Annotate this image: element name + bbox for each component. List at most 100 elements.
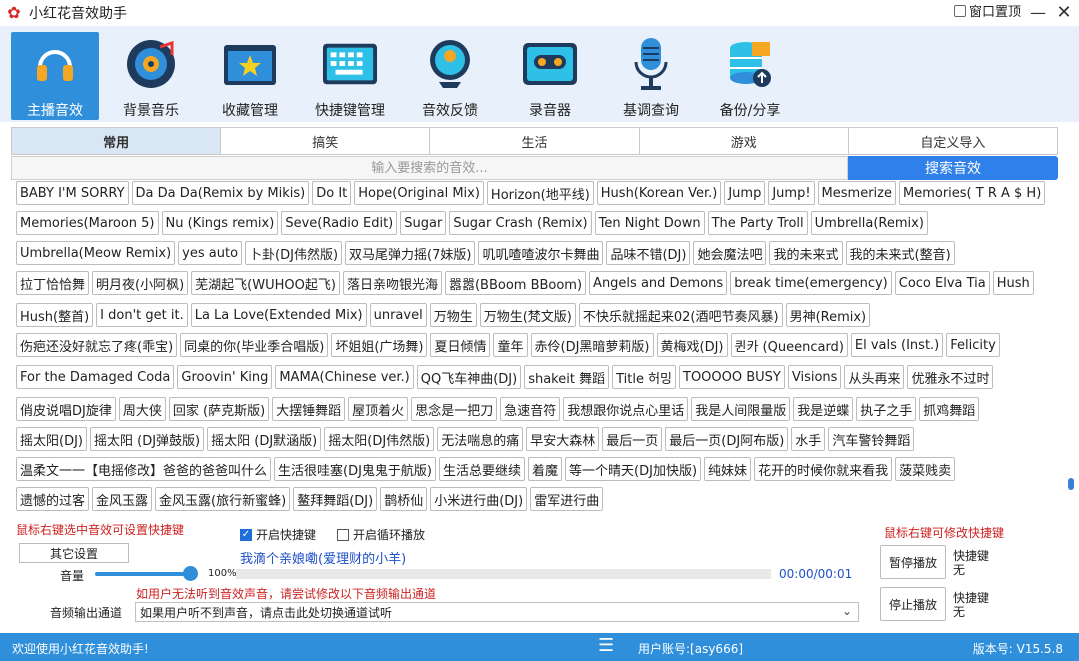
pin-checkbox-box[interactable] xyxy=(953,4,966,17)
sound-button[interactable]: Felicity xyxy=(946,333,1000,357)
sound-button[interactable]: 我的未来式(整音) xyxy=(845,241,955,265)
checkbox-unchecked-icon[interactable] xyxy=(337,528,349,541)
sound-button[interactable]: 回家 (萨克斯版) xyxy=(168,397,270,421)
sound-button[interactable]: yes auto xyxy=(178,241,243,265)
sound-button[interactable]: TOOOOO BUSY xyxy=(679,365,785,389)
sound-button[interactable]: 遗憾的过客 xyxy=(16,487,90,511)
sound-button[interactable]: Ten Night Down xyxy=(594,211,705,235)
scrollbar-thumb[interactable] xyxy=(1068,478,1074,490)
sound-button[interactable]: Jump xyxy=(724,181,766,205)
other-settings-button[interactable]: 其它设置 xyxy=(19,543,129,563)
tool-sound-feedback[interactable]: 音效反馈 xyxy=(406,32,494,120)
sound-button[interactable]: 大摆锤舞蹈 xyxy=(272,397,346,421)
sound-button[interactable]: 我是人间限量版 xyxy=(691,397,791,421)
pause-button[interactable]: 暂停播放 xyxy=(880,545,946,579)
sound-button[interactable]: 万物生(梵文版) xyxy=(479,303,576,327)
sound-button[interactable]: 温柔文一一【电摇修改】爸爸的爸爸叫什么 xyxy=(16,457,272,481)
sound-button[interactable]: El vals (Inst.) xyxy=(850,333,944,357)
sound-button[interactable]: 卜卦(DJ伟然版) xyxy=(245,241,343,265)
sound-button[interactable]: Sugar Crash (Remix) xyxy=(449,211,592,235)
sound-button[interactable]: 黄梅戏(DJ) xyxy=(656,333,728,357)
sound-button[interactable]: 摇太阳(DJ伟然版) xyxy=(324,427,435,451)
tab-funny[interactable]: 搞笑 xyxy=(221,128,431,154)
sound-button[interactable]: 屋顶着火 xyxy=(348,397,409,421)
sound-button[interactable]: La La Love(Extended Mix) xyxy=(190,303,367,327)
sound-button[interactable]: 不快乐就摇起来02(酒吧节奏风暴) xyxy=(578,303,783,327)
sound-button[interactable]: Angels and Demons xyxy=(589,271,728,295)
sound-button[interactable]: I don't get it. xyxy=(96,303,188,327)
sound-button[interactable]: Title 허밍 xyxy=(612,365,676,389)
sound-button[interactable]: 小米进行曲(DJ) xyxy=(430,487,528,511)
sound-button[interactable]: Memories( T R A $ H) xyxy=(898,181,1046,205)
sound-button[interactable]: Mesmerize xyxy=(817,181,896,205)
sound-button[interactable]: 퀸카 (Queencard) xyxy=(730,333,848,357)
volume-slider-thumb[interactable] xyxy=(183,566,198,581)
sound-button[interactable]: Hope(Original Mix) xyxy=(354,181,484,205)
sound-button[interactable]: Groovin' King xyxy=(177,365,273,389)
enable-hotkey-checkbox[interactable]: ✓ 开启快捷键 xyxy=(240,526,316,543)
checkbox-checked-icon[interactable]: ✓ xyxy=(240,528,252,541)
sound-button[interactable]: 菠菜贱卖 xyxy=(895,457,956,481)
sound-button[interactable]: 纯妹妹 xyxy=(704,457,752,481)
audio-channel-select[interactable]: 如果用户听不到声音，请点击此处切换通道试听 ⌄ xyxy=(135,602,859,622)
tool-backup-share[interactable]: 备份/分享 xyxy=(706,32,794,120)
tab-life[interactable]: 生活 xyxy=(430,128,640,154)
sound-button[interactable]: Do It xyxy=(312,181,352,205)
sound-button[interactable]: Hush(整首) xyxy=(16,303,94,327)
sound-button[interactable]: 品味不错(DJ) xyxy=(606,241,691,265)
sound-button[interactable]: 周大侠 xyxy=(118,397,166,421)
sound-button[interactable]: 优雅永不过时 xyxy=(907,365,994,389)
loop-play-checkbox[interactable]: 开启循环播放 xyxy=(337,526,425,543)
sound-button[interactable]: 水手 xyxy=(791,427,826,451)
sound-button[interactable]: 芜湖起飞(WUHOO起飞) xyxy=(191,271,340,295)
sound-button[interactable]: 花开的时候你就来看我 xyxy=(754,457,893,481)
sound-button[interactable]: 早安大森林 xyxy=(526,427,600,451)
sound-button[interactable]: 鳌拜舞蹈(DJ) xyxy=(293,487,378,511)
sound-button[interactable]: Da Da Da(Remix by Mikis) xyxy=(131,181,310,205)
tab-game[interactable]: 游戏 xyxy=(639,128,849,154)
sound-button[interactable]: 摇太阳 (DJ弹鼓版) xyxy=(90,427,205,451)
sound-button[interactable]: 最后一页 xyxy=(602,427,663,451)
playback-progress-bar[interactable] xyxy=(236,569,771,579)
sound-button[interactable]: 嚣嚣(BBoom BBoom) xyxy=(444,271,587,295)
sound-button[interactable]: 金风玉露 xyxy=(92,487,153,511)
sound-button[interactable]: 我想跟你说点心里话 xyxy=(563,397,689,421)
sound-button[interactable]: The Party Troll xyxy=(707,211,808,235)
sound-button[interactable]: Visions xyxy=(787,365,842,389)
sound-button[interactable]: 坏姐姐(广场舞) xyxy=(331,333,428,357)
sound-button[interactable]: 同桌的你(毕业季合唱版) xyxy=(180,333,329,357)
tool-recorder[interactable]: 录音器 xyxy=(506,32,594,120)
sound-button[interactable]: For the Damaged Coda xyxy=(16,365,175,389)
sound-button[interactable]: QQ飞车神曲(DJ) xyxy=(416,365,522,389)
volume-slider-track[interactable] xyxy=(95,572,191,576)
sound-button[interactable]: 从头再来 xyxy=(844,365,905,389)
sound-button[interactable]: 摇太阳 (DJ默涵版) xyxy=(207,427,322,451)
sound-button[interactable]: 金风玉露(旅行新蜜蜂) xyxy=(155,487,291,511)
sound-button[interactable]: 汽车警铃舞蹈 xyxy=(828,427,915,451)
sound-button[interactable]: 我是逆蝶 xyxy=(793,397,854,421)
sound-button[interactable]: 无法喘息的痛 xyxy=(437,427,524,451)
sound-button[interactable]: 童年 xyxy=(493,333,528,357)
sound-button[interactable]: 抓鸡舞蹈 xyxy=(919,397,980,421)
sound-button[interactable]: Memories(Maroon 5) xyxy=(16,211,159,235)
sound-button[interactable]: 赤伶(DJ黑暗萝莉版) xyxy=(530,333,654,357)
sound-button[interactable]: break time(emergency) xyxy=(730,271,892,295)
pin-window-checkbox[interactable]: 窗口置顶 xyxy=(953,1,1021,20)
sound-button[interactable]: BABY I'M SORRY xyxy=(16,181,129,205)
sound-button[interactable]: Hush(Korean Ver.) xyxy=(596,181,722,205)
sound-button[interactable]: Jump! xyxy=(768,181,815,205)
tool-background-music[interactable]: 背景音乐 xyxy=(107,32,195,120)
sound-button[interactable]: MAMA(Chinese ver.) xyxy=(275,365,414,389)
sound-button[interactable]: Horizon(地平线) xyxy=(486,181,594,205)
search-button[interactable]: 搜索音效 xyxy=(848,156,1058,180)
tool-anchor-sounds[interactable]: 主播音效 xyxy=(11,32,99,120)
sound-button[interactable]: 拉丁恰恰舞 xyxy=(16,271,90,295)
sound-button[interactable]: 叽叽喳喳波尔卡舞曲 xyxy=(478,241,604,265)
sound-button[interactable]: 着魔 xyxy=(528,457,563,481)
sound-button[interactable]: Umbrella(Remix) xyxy=(810,211,928,235)
minimize-button[interactable]: — xyxy=(1025,0,1051,24)
search-input[interactable] xyxy=(11,156,848,180)
tool-key-query[interactable]: 基调查询 xyxy=(607,32,695,120)
sound-button[interactable]: Seve(Radio Edit) xyxy=(281,211,398,235)
sound-button[interactable]: Coco Elva Tia xyxy=(894,271,990,295)
